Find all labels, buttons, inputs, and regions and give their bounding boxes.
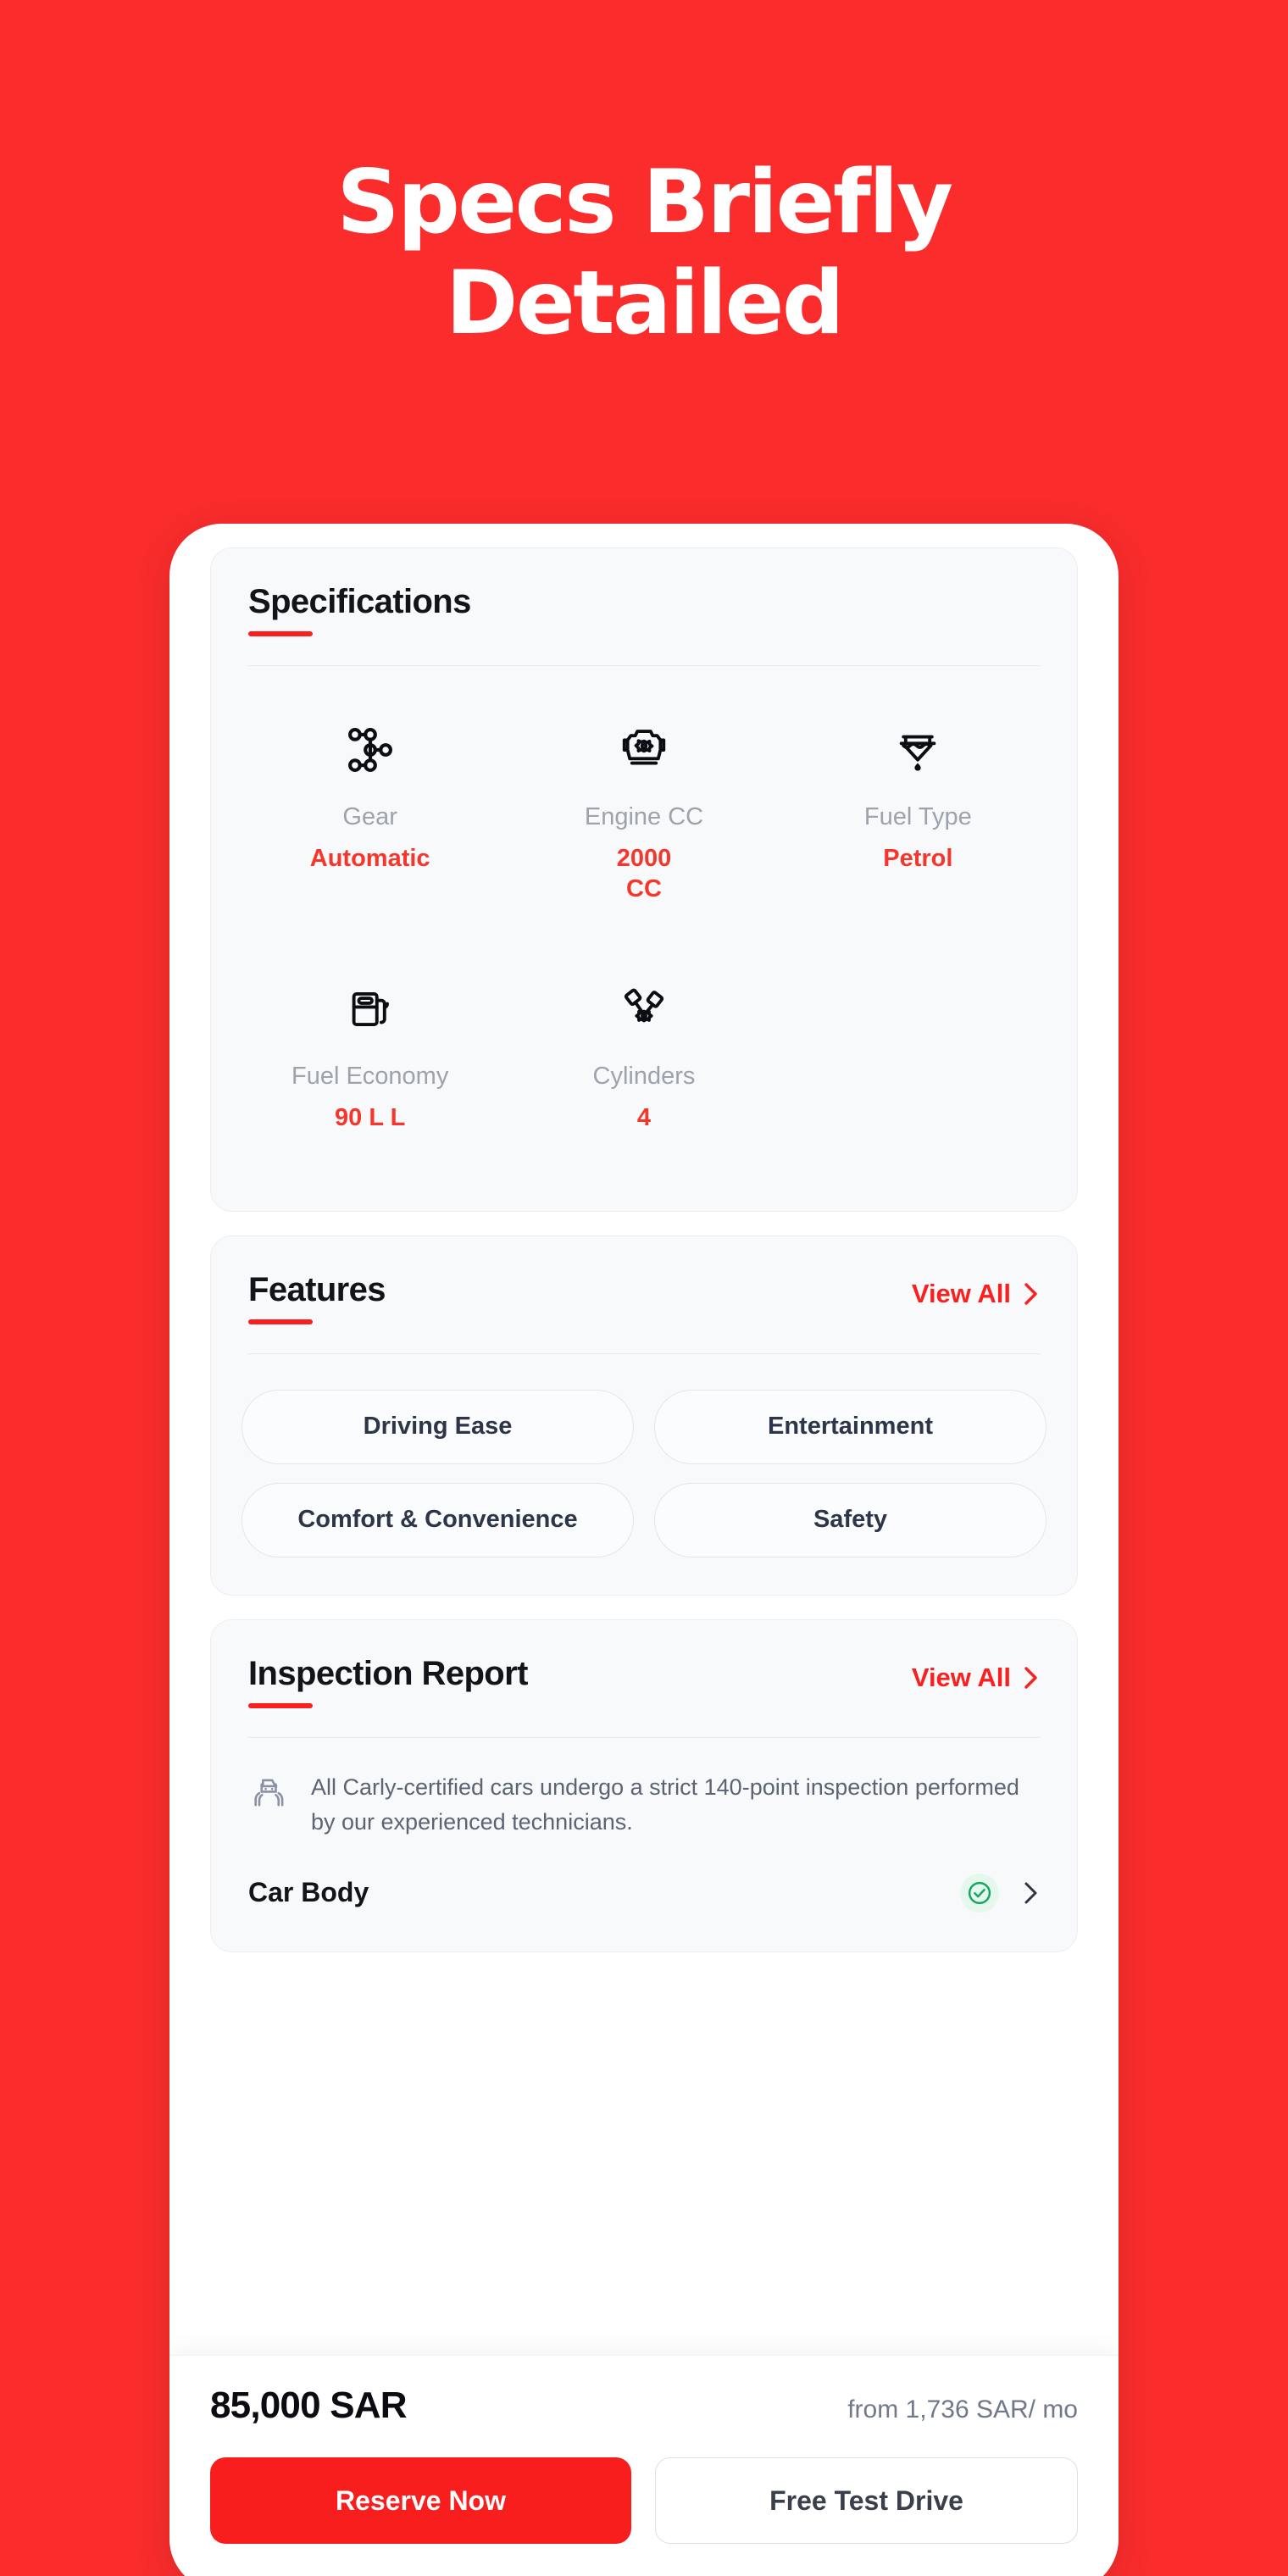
inspection-row-label: Car Body	[248, 1877, 369, 1908]
spec-item-cylinders: Cylinders 4	[507, 978, 780, 1133]
spec-value: 2000 CC	[616, 845, 672, 903]
inspection-header: Inspection Report View All	[211, 1620, 1077, 1738]
features-title: Features	[248, 1270, 386, 1308]
check-circle-icon	[960, 1873, 999, 1913]
bottom-action-bar: 85,000 SAR from 1,736 SAR/ mo Reserve No…	[169, 2355, 1119, 2576]
spec-value: 90 L L	[335, 1103, 406, 1131]
car-in-hands-icon	[248, 1770, 292, 1814]
view-all-label: View All	[911, 1278, 1011, 1308]
spec-label: Fuel Type	[863, 803, 972, 830]
engine-icon	[507, 719, 780, 781]
specifications-header: Specifications	[211, 548, 1077, 666]
spec-label: Fuel Economy	[291, 1062, 449, 1090]
cta-row: Reserve Now Free Test Drive	[210, 2457, 1078, 2544]
hero-line-2: Detailed	[445, 253, 845, 355]
free-test-drive-button[interactable]: Free Test Drive	[655, 2457, 1078, 2544]
inspection-report-card: Inspection Report View All All Carly-cer…	[210, 1618, 1078, 1952]
chevron-right-icon[interactable]	[1021, 1879, 1040, 1907]
spec-item-gear: Gear Automatic	[233, 719, 507, 905]
specifications-card: Specifications Gear Automatic Engine CC …	[210, 547, 1078, 1212]
specifications-grid: Gear Automatic Engine CC 2000 CC Fuel Ty…	[211, 666, 1077, 1211]
feature-chip-entertainment[interactable]: Entertainment	[654, 1389, 1046, 1464]
feature-chip-comfort-convenience[interactable]: Comfort & Convenience	[242, 1482, 634, 1557]
spec-item-fuel-type: Fuel Type Petrol	[781, 719, 1055, 905]
specifications-title: Specifications	[248, 583, 471, 620]
inspection-row-car-body[interactable]: Car Body	[211, 1840, 1077, 1951]
gear-shift-icon	[233, 719, 507, 781]
reserve-now-button[interactable]: Reserve Now	[210, 2457, 631, 2544]
fuel-funnel-icon	[781, 719, 1055, 781]
title-underline	[248, 1702, 313, 1708]
spec-item-fuel-economy: Fuel Economy 90 L L	[233, 978, 507, 1133]
feature-chip-driving-ease[interactable]: Driving Ease	[242, 1389, 634, 1464]
view-all-label: View All	[911, 1662, 1011, 1692]
pistons-icon	[507, 978, 780, 1041]
spec-label: Engine CC	[584, 803, 704, 830]
spec-value: Petrol	[883, 845, 953, 872]
price-total: 85,000 SAR	[210, 2384, 408, 2426]
spec-value: Automatic	[309, 845, 430, 872]
features-header: Features View All	[211, 1236, 1077, 1354]
phone-frame: Specifications Gear Automatic Engine CC …	[169, 524, 1119, 2576]
hero-heading: Specs Briefly Detailed	[0, 152, 1288, 355]
hero-line-1: Specs Briefly	[336, 152, 953, 253]
inspection-view-all-button[interactable]: View All	[912, 1656, 1040, 1693]
chevron-right-icon	[1021, 1280, 1040, 1307]
features-view-all-button[interactable]: View All	[912, 1272, 1040, 1309]
feature-chip-safety[interactable]: Safety	[654, 1482, 1046, 1557]
spec-label: Cylinders	[592, 1062, 696, 1090]
chevron-right-icon	[1021, 1664, 1040, 1691]
price-row: 85,000 SAR from 1,736 SAR/ mo	[210, 2384, 1078, 2427]
inspection-title: Inspection Report	[248, 1654, 528, 1692]
inspection-note: All Carly-certified cars undergo a stric…	[211, 1738, 1077, 1840]
spec-item-engine-cc: Engine CC 2000 CC	[507, 719, 780, 905]
features-chip-grid: Driving Ease Entertainment Comfort & Con…	[211, 1354, 1077, 1595]
inspection-note-text: All Carly-certified cars undergo a stric…	[311, 1774, 1019, 1835]
title-underline	[248, 1319, 313, 1324]
features-card: Features View All Driving Ease Entertain…	[210, 1235, 1078, 1596]
title-underline	[248, 631, 313, 636]
price-installment: from 1,736 SAR/ mo	[847, 2396, 1078, 2423]
fuel-pump-icon	[233, 978, 507, 1041]
spec-label: Gear	[342, 803, 397, 830]
phone-scroll-area[interactable]: Specifications Gear Automatic Engine CC …	[169, 524, 1119, 2240]
spec-value: 4	[636, 1103, 652, 1131]
